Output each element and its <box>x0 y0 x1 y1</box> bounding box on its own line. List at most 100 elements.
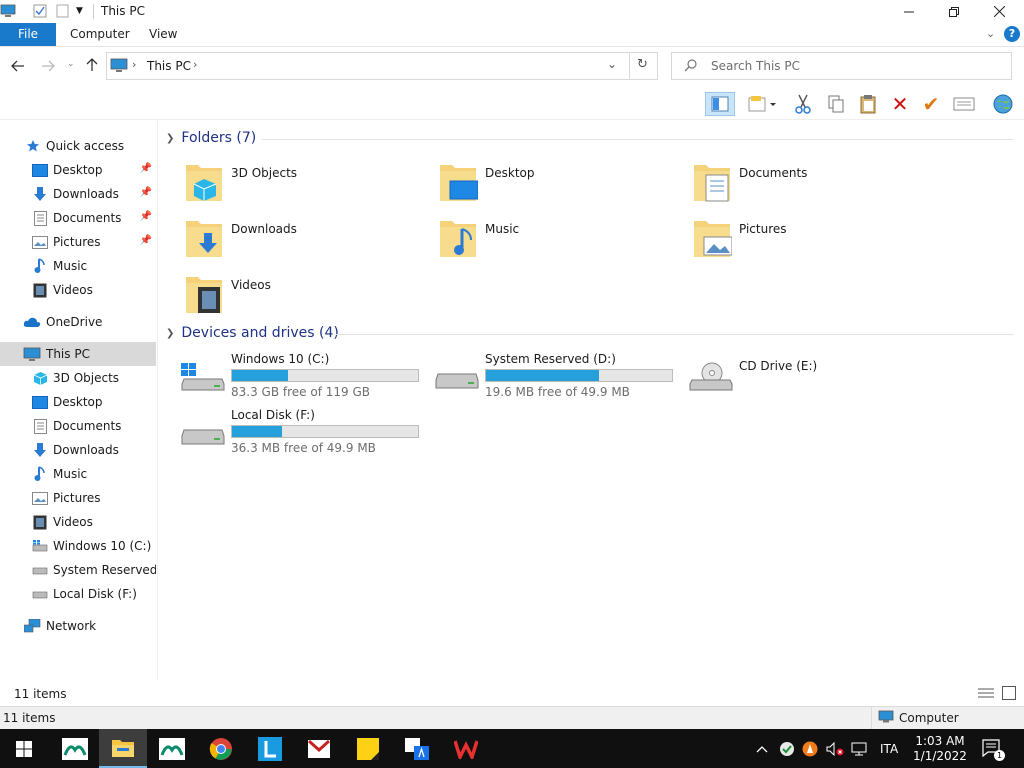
preview-pane-icon[interactable] <box>705 92 735 116</box>
documents-icon <box>32 210 48 226</box>
recent-locations-icon[interactable]: ⌄ <box>67 59 75 69</box>
drive-label: System Reserved (D:) <box>485 352 616 366</box>
pin-icon[interactable]: 📌 <box>140 163 152 174</box>
network-tray-icon[interactable] <box>851 729 867 768</box>
expand-ribbon-icon[interactable]: ⌄ <box>986 27 995 40</box>
properties-toolbar-icon[interactable] <box>951 92 977 116</box>
nav-network[interactable]: Network <box>0 614 156 638</box>
computer-icon[interactable] <box>0 4 16 18</box>
drive-e[interactable]: CD Drive (E:) <box>674 350 924 402</box>
minimize-button[interactable] <box>886 0 932 23</box>
nav-pc-drive-c[interactable]: Windows 10 (C:) <box>0 534 156 558</box>
nav-quick-documents[interactable]: Documents 📌 <box>0 206 156 230</box>
nav-pc-music[interactable]: Music <box>0 462 156 486</box>
nav-quick-downloads[interactable]: Downloads 📌 <box>0 182 156 206</box>
properties-icon[interactable] <box>33 4 47 18</box>
input-language[interactable]: ITA <box>880 729 898 768</box>
nav-pc-downloads[interactable]: Downloads <box>0 438 156 462</box>
address-dropdown-icon[interactable]: ⌄ <box>607 57 617 71</box>
paste-icon[interactable] <box>855 92 881 116</box>
collapse-chevron-icon[interactable]: ❯ <box>166 133 174 144</box>
tab-file[interactable]: File <box>0 23 56 46</box>
breadcrumb-chevron-icon[interactable]: › <box>132 58 136 71</box>
copy-icon[interactable] <box>823 92 849 116</box>
drive-f[interactable]: Local Disk (F:) 36.3 MB free of 49.9 MB <box>166 406 419 458</box>
nav-pc-documents[interactable]: Documents <box>0 414 156 438</box>
details-view-icon[interactable] <box>978 687 994 702</box>
tray-avast-icon[interactable] <box>802 729 818 768</box>
start-button[interactable] <box>0 729 48 768</box>
nav-label: System Reserved (D <box>53 563 156 577</box>
volume-muted-icon[interactable] <box>826 729 844 768</box>
folder-label: Downloads <box>231 222 297 236</box>
globe-icon[interactable] <box>990 92 1016 116</box>
address-bar[interactable]: › This PC › ⌄ ↻ <box>106 52 658 80</box>
drive-usage-fill <box>232 370 288 381</box>
restore-button[interactable] <box>931 0 977 23</box>
nav-pc-3d-objects[interactable]: 3D Objects <box>0 366 156 390</box>
collapse-chevron-icon[interactable]: ❯ <box>166 328 174 339</box>
breadcrumb[interactable]: This PC <box>147 59 191 73</box>
taskbar-wps-icon[interactable] <box>442 729 490 768</box>
nav-pc-drive-d[interactable]: System Reserved (D <box>0 558 156 582</box>
forward-arrow-icon[interactable] <box>41 57 55 76</box>
folder-label: 3D Objects <box>231 166 298 180</box>
nav-pc-drive-f[interactable]: Local Disk (F:) <box>0 582 156 606</box>
taskbar-sticky-notes-icon[interactable] <box>344 729 392 768</box>
taskbar-l-app-icon[interactable] <box>246 729 294 768</box>
taskbar-ca-app-icon[interactable] <box>51 729 99 768</box>
tray-security-icon[interactable] <box>779 729 795 768</box>
windows-drive-icon <box>32 538 48 554</box>
cut-icon[interactable] <box>790 92 816 116</box>
show-hidden-icons-icon[interactable] <box>756 729 768 768</box>
breadcrumb-chevron-icon[interactable]: › <box>193 58 197 71</box>
folders-group-header[interactable]: ❯ Folders (7) <box>166 130 256 146</box>
customize-qa-dropdown-icon[interactable]: ▼ <box>76 6 90 20</box>
nav-quick-access[interactable]: Quick access <box>0 134 156 158</box>
nav-pc-pictures[interactable]: Pictures <box>0 486 156 510</box>
folder-pictures[interactable]: Pictures <box>674 211 924 263</box>
action-center-icon[interactable]: 1 <box>982 729 1005 768</box>
folder-documents[interactable]: Documents <box>674 155 924 207</box>
nav-this-pc[interactable]: This PC <box>0 342 156 366</box>
up-arrow-icon[interactable] <box>86 57 98 76</box>
folder-3d-objects[interactable]: 3D Objects <box>166 155 416 207</box>
drive-d[interactable]: System Reserved (D:) 19.6 MB free of 49.… <box>420 350 673 402</box>
back-arrow-icon[interactable] <box>11 57 25 76</box>
navigation-pane: Quick access Desktop 📌 Downloads 📌 Docum… <box>0 121 158 681</box>
nav-quick-music[interactable]: Music <box>0 254 156 278</box>
nav-pc-desktop[interactable]: Desktop <box>0 390 156 414</box>
drive-c[interactable]: Windows 10 (C:) 83.3 GB free of 119 GB <box>166 350 419 402</box>
pin-icon[interactable]: 📌 <box>140 235 152 246</box>
large-icons-view-icon[interactable] <box>1002 686 1016 703</box>
nav-pc-videos[interactable]: Videos <box>0 510 156 534</box>
nav-quick-pictures[interactable]: Pictures 📌 <box>0 230 156 254</box>
refresh-icon[interactable]: ↻ <box>637 57 648 72</box>
taskbar-chrome-icon[interactable] <box>197 729 245 768</box>
new-folder-icon[interactable] <box>56 4 70 18</box>
tab-view[interactable]: View <box>135 23 191 46</box>
taskbar-translator-icon[interactable] <box>393 729 441 768</box>
help-icon[interactable]: ? <box>1004 26 1020 42</box>
pin-icon[interactable]: 📌 <box>140 211 152 222</box>
taskbar-ca-app-2-icon[interactable] <box>148 729 196 768</box>
tab-computer[interactable]: Computer <box>56 23 144 46</box>
rename-check-icon[interactable]: ✔ <box>918 92 944 116</box>
folder-desktop[interactable]: Desktop <box>420 155 670 207</box>
nav-label: Desktop <box>53 163 103 177</box>
new-item-icon[interactable] <box>744 92 780 116</box>
nav-onedrive[interactable]: OneDrive <box>0 310 156 334</box>
taskbar-file-explorer-icon[interactable] <box>99 729 147 768</box>
folder-videos[interactable]: Videos <box>166 267 416 319</box>
search-input[interactable]: Search This PC <box>671 52 1012 80</box>
folder-music[interactable]: Music <box>420 211 670 263</box>
nav-quick-desktop[interactable]: Desktop 📌 <box>0 158 156 182</box>
taskbar-mail-icon[interactable] <box>295 729 343 768</box>
nav-quick-videos[interactable]: Videos <box>0 278 156 302</box>
folder-downloads[interactable]: Downloads <box>166 211 416 263</box>
close-button[interactable] <box>976 0 1022 23</box>
clock[interactable]: 1:03 AM 1/1/2022 <box>912 729 968 768</box>
drives-group-header[interactable]: ❯ Devices and drives (4) <box>166 325 339 341</box>
delete-icon[interactable]: ✕ <box>887 92 913 116</box>
pin-icon[interactable]: 📌 <box>140 187 152 198</box>
